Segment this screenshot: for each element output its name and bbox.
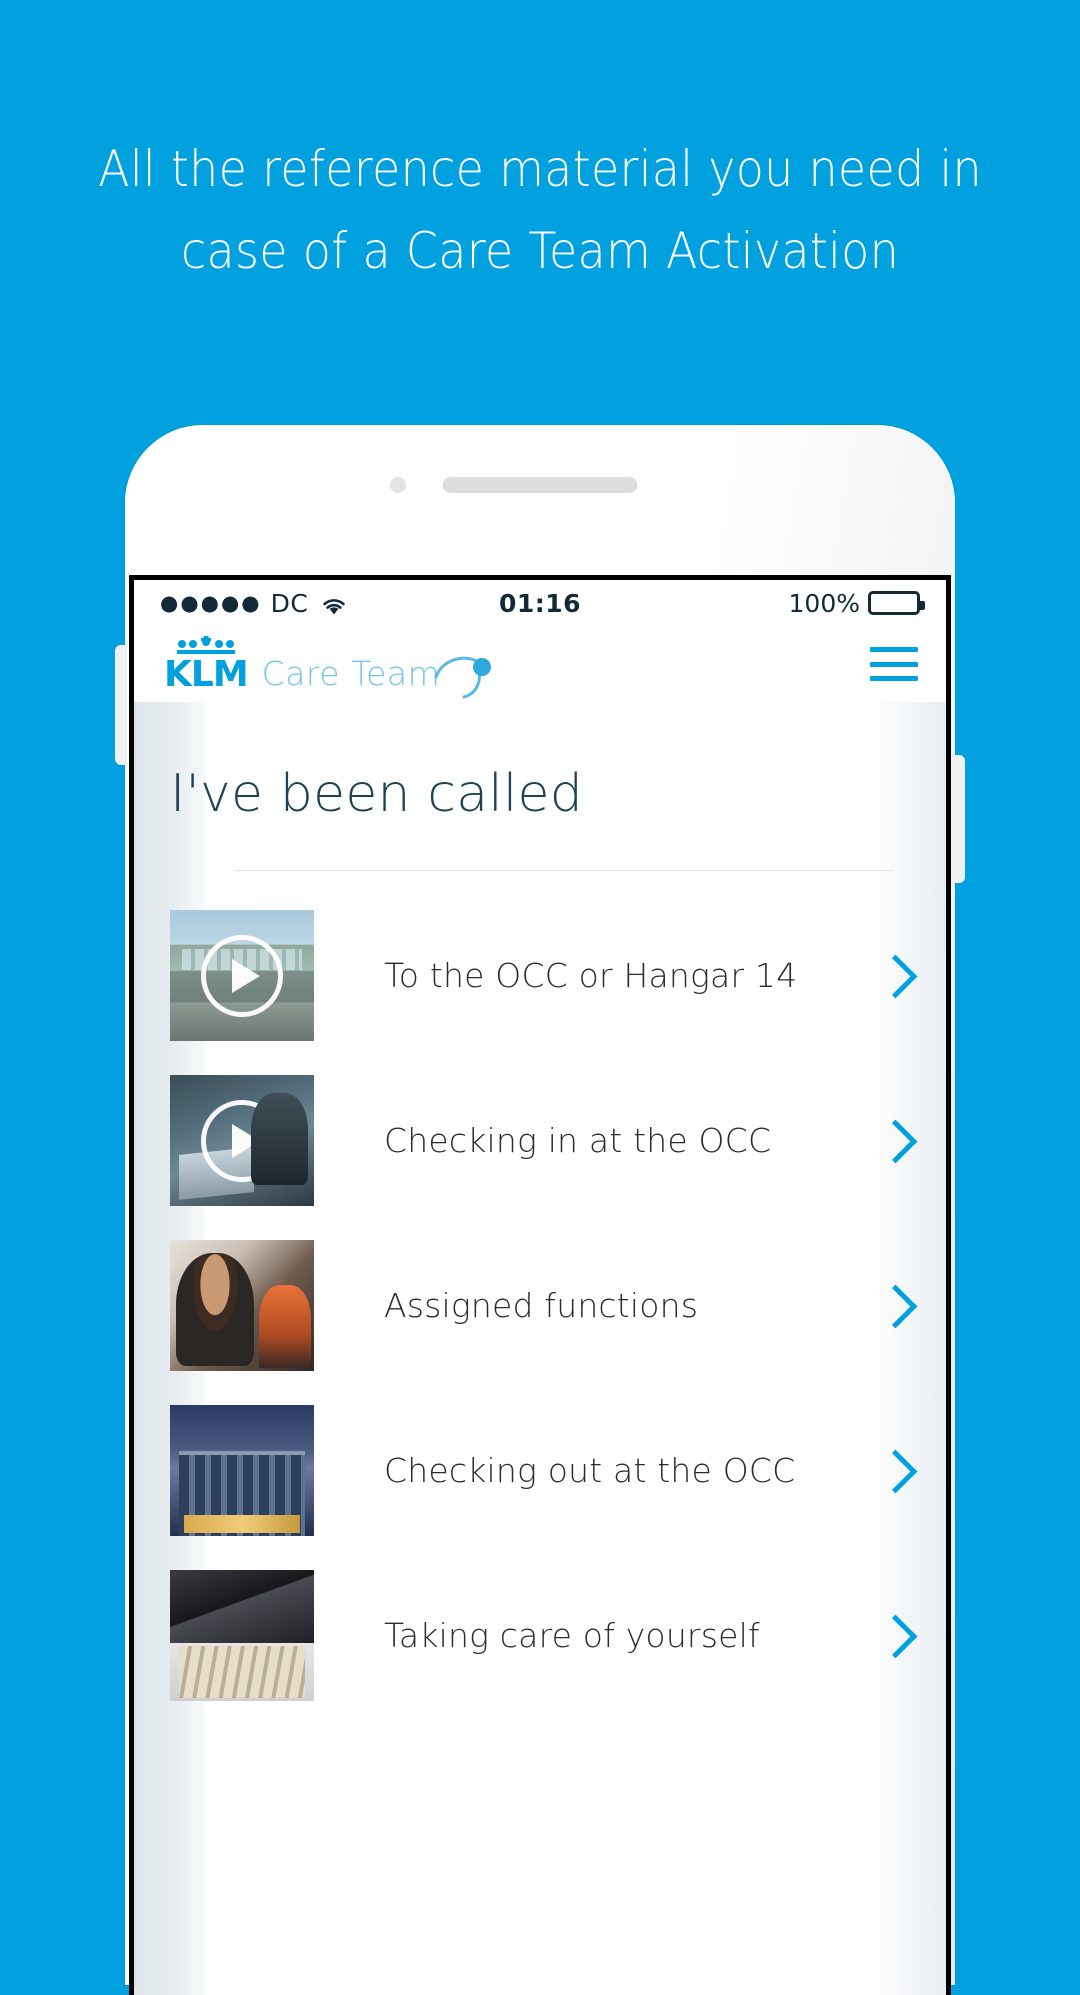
list-item-label: To the OCC or Hangar 14 bbox=[384, 955, 798, 995]
power-button bbox=[953, 755, 965, 883]
list-item-label: Assigned functions bbox=[384, 1285, 699, 1325]
list-item[interactable]: Checking out at the OCC bbox=[134, 1388, 946, 1553]
promo-headline: All the reference material you need in c… bbox=[43, 128, 1037, 292]
chevron-right-icon[interactable] bbox=[868, 950, 920, 1002]
page-title: I've been called bbox=[170, 764, 583, 824]
thumbnail-checking-in bbox=[170, 1075, 314, 1206]
status-bar-left: ●●●●● DC bbox=[160, 589, 499, 618]
chevron-right-icon[interactable] bbox=[868, 1610, 920, 1662]
earpiece-speaker bbox=[442, 477, 638, 493]
battery-percent-label: 100% bbox=[788, 588, 861, 618]
carrier-label: DC bbox=[270, 588, 309, 618]
klm-care-team-logo[interactable]: KLM Care Team bbox=[164, 635, 492, 698]
status-bar-clock: 01:16 bbox=[498, 588, 582, 618]
title-divider bbox=[234, 870, 894, 871]
play-button-icon[interactable] bbox=[201, 1099, 283, 1182]
chevron-right-icon[interactable] bbox=[868, 1115, 920, 1167]
list-item[interactable]: Checking in at the OCC bbox=[134, 1058, 946, 1223]
klm-crown-icon bbox=[175, 635, 237, 654]
care-team-label: Care Team bbox=[261, 653, 441, 693]
volume-button bbox=[115, 645, 127, 765]
wifi-icon bbox=[321, 593, 347, 615]
phone-screen: ●●●●● DC 01:16 100% KLM Care Team I've b… bbox=[129, 575, 951, 1995]
page-content: I've been called To the OCC or Hangar 14… bbox=[134, 702, 946, 1995]
thumbnail-people bbox=[170, 1240, 314, 1371]
status-bar: ●●●●● DC 01:16 100% bbox=[134, 580, 946, 626]
signal-strength-icon: ●●●●● bbox=[160, 591, 262, 615]
thumbnail-dominoes bbox=[170, 1570, 314, 1701]
klm-logo: KLM bbox=[164, 635, 249, 695]
chevron-right-icon[interactable] bbox=[868, 1445, 920, 1497]
list-item-label: Checking in at the OCC bbox=[384, 1120, 772, 1160]
reference-list: To the OCC or Hangar 14 Checking in at th… bbox=[134, 893, 946, 1718]
thumbnail-occ-building bbox=[170, 910, 314, 1041]
headline-line-2: case of a Care Team Activation bbox=[180, 222, 900, 280]
play-button-icon[interactable] bbox=[201, 934, 283, 1017]
list-item[interactable]: Taking care of yourself bbox=[134, 1553, 946, 1718]
status-bar-right: 100% bbox=[581, 588, 926, 618]
klm-wordmark: KLM bbox=[164, 653, 249, 695]
headline-line-1: All the reference material you need in bbox=[98, 140, 982, 198]
list-item-label: Taking care of yourself bbox=[384, 1615, 760, 1655]
care-team-swoosh-icon bbox=[432, 651, 492, 703]
battery-full-icon bbox=[868, 591, 926, 615]
thumbnail-occ-exterior bbox=[170, 1405, 314, 1536]
list-item[interactable]: Assigned functions bbox=[134, 1223, 946, 1388]
hamburger-menu-icon[interactable] bbox=[870, 647, 918, 681]
chevron-right-icon[interactable] bbox=[868, 1280, 920, 1332]
list-item-label: Checking out at the OCC bbox=[384, 1450, 796, 1490]
app-header: KLM Care Team bbox=[134, 626, 946, 702]
front-camera bbox=[390, 477, 406, 493]
care-team-wordmark: Care Team bbox=[261, 653, 492, 698]
list-item[interactable]: To the OCC or Hangar 14 bbox=[134, 893, 946, 1058]
phone-mockup: ●●●●● DC 01:16 100% KLM Care Team I've b… bbox=[115, 425, 965, 1995]
